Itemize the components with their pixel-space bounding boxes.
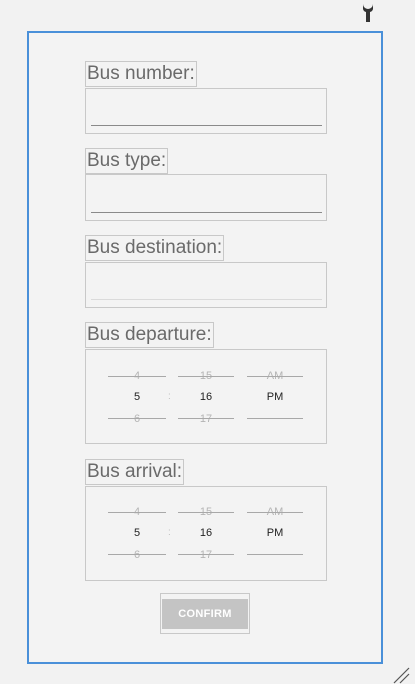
departure-minute-spinner[interactable]: 15 16 17 <box>178 350 234 443</box>
selection-divider <box>108 418 166 419</box>
wrench-icon[interactable] <box>360 3 376 23</box>
confirm-button[interactable]: CONFIRM <box>162 599 248 629</box>
selection-divider <box>178 512 234 513</box>
selection-divider <box>247 418 303 419</box>
bus-type-field[interactable] <box>91 184 322 213</box>
bus-departure-label: Bus departure: <box>85 322 214 348</box>
selection-divider <box>247 376 303 377</box>
selection-divider <box>108 554 166 555</box>
arrival-minute-selected[interactable]: 16 <box>178 527 234 539</box>
departure-minute-next[interactable]: 17 <box>178 413 234 425</box>
departure-ampm-spinner[interactable]: AM PM <box>247 350 303 443</box>
bus-number-label: Bus number: <box>85 61 197 87</box>
departure-hour-selected[interactable]: 5 <box>108 391 166 403</box>
selection-divider <box>178 418 234 419</box>
selection-divider <box>108 376 166 377</box>
arrival-hour-next[interactable]: 6 <box>108 549 166 561</box>
departure-minute-selected[interactable]: 16 <box>178 391 234 403</box>
selection-divider <box>247 554 303 555</box>
selection-divider <box>108 512 166 513</box>
arrival-hour-selected[interactable]: 5 <box>108 527 166 539</box>
arrival-time-picker: 4 5 6 : 15 16 17 AM PM <box>85 486 327 581</box>
bus-type-box <box>85 174 327 221</box>
departure-time-picker: 4 5 6 : 15 16 17 AM PM <box>85 349 327 444</box>
bus-type-label: Bus type: <box>85 148 169 174</box>
bus-destination-field[interactable] <box>91 271 322 300</box>
arrival-minute-spinner[interactable]: 15 16 17 <box>178 487 234 580</box>
arrival-ampm-selected[interactable]: PM <box>247 527 303 539</box>
arrival-minute-next[interactable]: 17 <box>178 549 234 561</box>
bus-destination-box <box>85 262 327 308</box>
time-separator: : <box>168 391 171 402</box>
resize-handle-icon[interactable] <box>392 666 410 684</box>
bus-arrival-label: Bus arrival: <box>85 459 185 485</box>
arrival-hour-spinner[interactable]: 4 5 6 <box>108 487 166 580</box>
departure-hour-next[interactable]: 6 <box>108 413 166 425</box>
selection-divider <box>178 554 234 555</box>
bus-number-box <box>85 88 327 134</box>
arrival-ampm-spinner[interactable]: AM PM <box>247 487 303 580</box>
bus-number-field[interactable] <box>91 97 322 126</box>
time-separator: : <box>168 527 171 538</box>
departure-ampm-selected[interactable]: PM <box>247 391 303 403</box>
selection-divider <box>247 512 303 513</box>
departure-hour-spinner[interactable]: 4 5 6 <box>108 350 166 443</box>
selection-divider <box>178 376 234 377</box>
bus-destination-label: Bus destination: <box>85 235 225 261</box>
confirm-button-outline: CONFIRM <box>160 593 250 634</box>
